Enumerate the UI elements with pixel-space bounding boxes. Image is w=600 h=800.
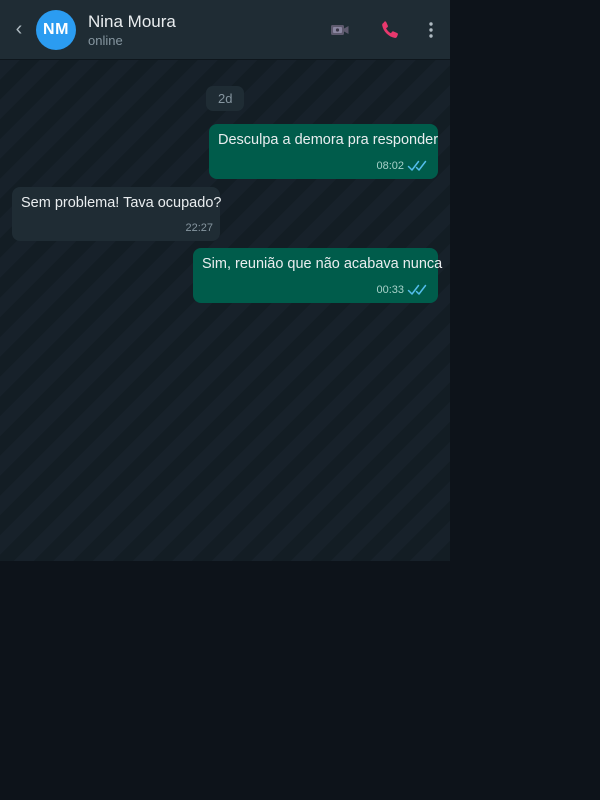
message-meta: 00:33 (376, 283, 431, 297)
message-text: Sim, reunião que não acabava nunca (202, 256, 443, 272)
back-button[interactable]: ‹ (10, 17, 28, 41)
read-ticks-icon (407, 284, 427, 295)
contact-status: online (88, 33, 123, 48)
message-meta: 08:02 (376, 159, 431, 173)
avatar[interactable]: NM (36, 10, 76, 50)
message-text: Desculpa a demora pra responder (218, 132, 439, 148)
more-options-icon[interactable] (419, 18, 443, 42)
read-ticks-icon (407, 160, 427, 171)
message-list[interactable]: 2d Desculpa a demora pra responder 08:02… (0, 60, 450, 561)
message-bubble-outgoing[interactable]: Sim, reunião que não acabava nunca 00:33 (193, 248, 443, 303)
message-time: 08:02 (376, 160, 404, 172)
message-time: 22:27 (185, 222, 213, 234)
voice-call-icon[interactable] (378, 18, 402, 42)
date-divider: 2d (206, 86, 245, 111)
message-meta: 22:27 (185, 221, 213, 235)
message-time: 00:33 (376, 284, 404, 296)
chat-header: ‹ NM Nina Moura online (0, 0, 450, 60)
contact-name[interactable]: Nina Moura (88, 12, 176, 32)
message-bubble-outgoing[interactable]: Desculpa a demora pra responder 08:02 (209, 124, 438, 179)
message-bubble-incoming[interactable]: Sem problema! Tava ocupado? 22:27 (12, 187, 222, 241)
video-call-icon[interactable] (328, 18, 352, 42)
chat-window: ‹ NM Nina Moura online 2d Desculpa a dem… (0, 0, 450, 561)
message-text: Sem problema! Tava ocupado? (21, 195, 222, 211)
